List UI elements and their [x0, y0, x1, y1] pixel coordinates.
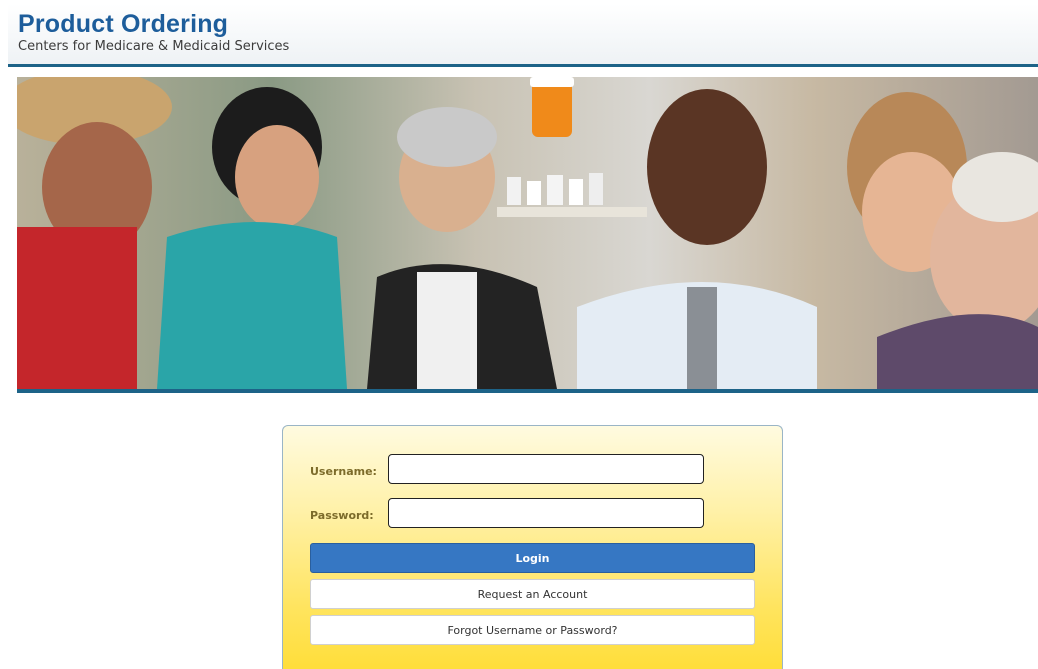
- forgot-credentials-button[interactable]: Forgot Username or Password?: [310, 615, 755, 645]
- password-field[interactable]: [388, 498, 704, 528]
- username-field[interactable]: [388, 454, 704, 484]
- banner-image: [17, 77, 1038, 393]
- page-subtitle: Centers for Medicare & Medicaid Services: [18, 39, 290, 54]
- banner-photo-collage: [17, 77, 1038, 389]
- request-account-button[interactable]: Request an Account: [310, 579, 755, 609]
- username-label: Username:: [310, 465, 377, 478]
- login-panel: Username: Password: Login Request an Acc…: [282, 425, 783, 669]
- page-title: Product Ordering: [18, 10, 229, 38]
- login-button[interactable]: Login: [310, 543, 755, 573]
- page-header: Product Ordering Centers for Medicare & …: [8, 4, 1038, 67]
- password-label: Password:: [310, 509, 374, 522]
